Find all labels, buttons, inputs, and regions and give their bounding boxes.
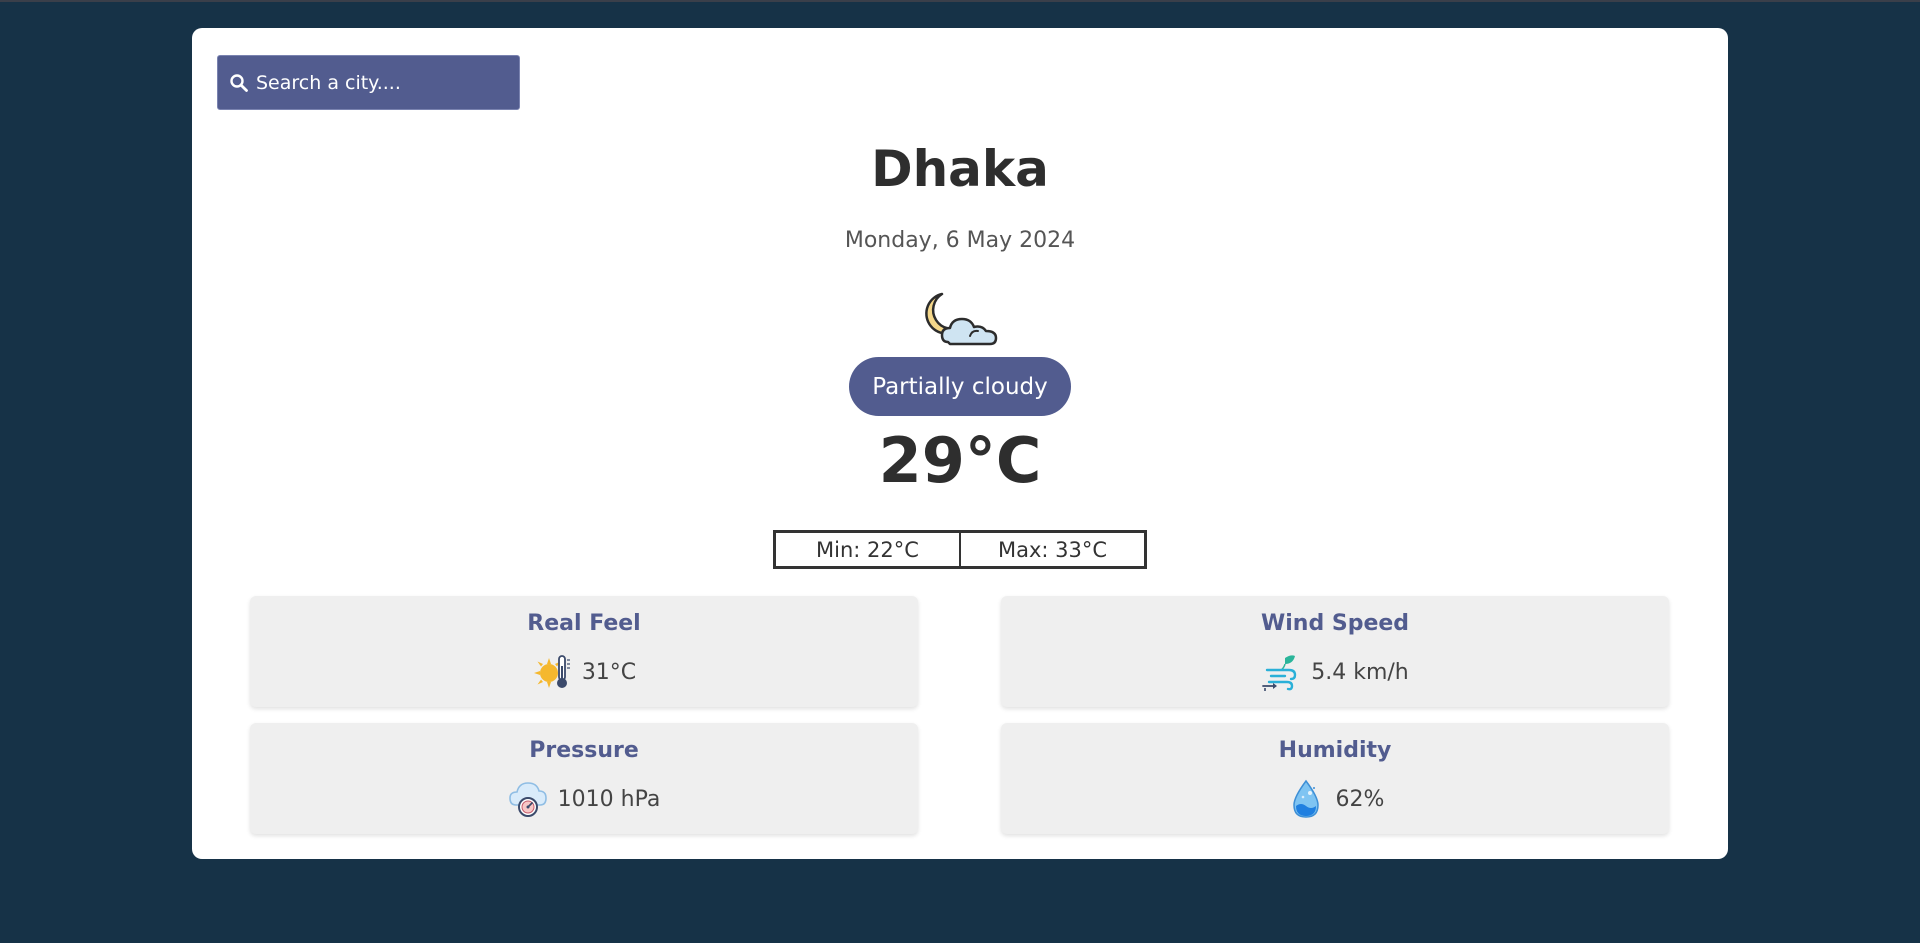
stat-card-humidity: Humidity 62% [1001,723,1669,834]
search-input[interactable] [256,71,506,94]
stat-value: 5.4 km/h [1311,659,1409,685]
min-max-temperature: Min: 22°C Max: 33°C [773,530,1147,569]
sun-thermometer-icon [532,652,572,692]
condition-badge: Partially cloudy [849,357,1071,416]
stat-card-wind-speed: Wind Speed 5.4 km/h [1001,596,1669,707]
stat-card-real-feel: Real Feel 31°C [250,596,918,707]
current-date: Monday, 6 May 2024 [844,228,1076,253]
stat-label: Pressure [529,738,639,763]
stat-label: Wind Speed [1260,611,1410,636]
min-temperature: Min: 22°C [816,537,919,562]
stat-value: 1010 hPa [557,786,661,812]
pressure-gauge-icon [508,779,548,819]
stat-value: 62% [1335,786,1385,812]
water-drop-icon [1286,779,1326,819]
stat-label: Real Feel [527,611,641,636]
max-temperature: Max: 33°C [959,533,1144,566]
search-box[interactable] [217,55,520,110]
moon-cloud-icon [918,286,1002,362]
city-name: Dhaka [871,140,1049,198]
stat-value: 31°C [581,659,637,685]
stat-label: Humidity [1278,738,1392,763]
stat-card-pressure: Pressure 1010 hPa [250,723,918,834]
search-icon [228,72,250,94]
current-temperature: 29°C [878,424,1042,497]
wind-icon [1261,652,1301,692]
weather-card: Dhaka Monday, 6 May 2024 Partially cloud… [192,28,1728,859]
